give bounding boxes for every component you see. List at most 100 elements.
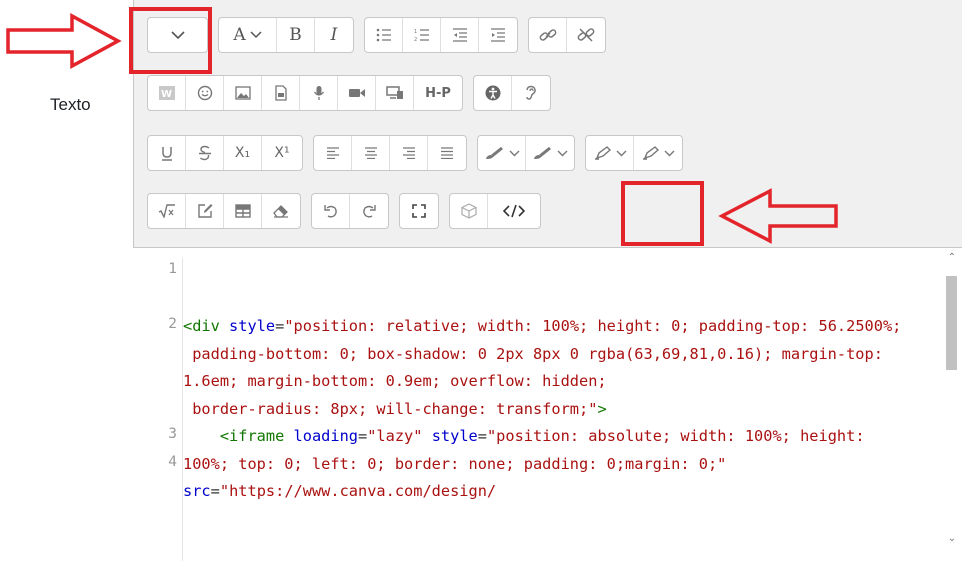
italic-button[interactable]: I [315, 18, 353, 52]
align-right-icon [402, 147, 415, 159]
align-left-icon [326, 147, 339, 159]
file-icon [274, 85, 287, 101]
chevron-down-icon [250, 31, 262, 39]
subscript-button[interactable]: X₁ [224, 136, 262, 170]
scroll-up-icon[interactable]: ⌃ [946, 252, 958, 263]
toolbar-row-3: X₁ X¹ [147, 135, 693, 171]
highlighter-icon [594, 146, 611, 160]
align-justify-button[interactable] [428, 136, 466, 170]
highlight-color-2-button[interactable] [634, 136, 682, 170]
toolbar-row-2: W H-P [147, 75, 561, 111]
fullscreen-button[interactable] [400, 194, 438, 228]
screen-reader-helper-button[interactable] [512, 76, 550, 110]
smiley-icon [197, 85, 212, 101]
media-button[interactable] [262, 76, 300, 110]
line-number: 3 [168, 426, 177, 442]
superscript-button[interactable]: X¹ [262, 136, 302, 170]
edit-button[interactable] [186, 194, 224, 228]
h5p-button[interactable]: H-P [414, 76, 462, 110]
text-color-button[interactable] [478, 136, 526, 170]
microphone-icon [313, 86, 324, 100]
redo-button[interactable] [350, 194, 388, 228]
strikethrough-icon [198, 145, 211, 161]
image-button[interactable] [224, 76, 262, 110]
code-line: <div style="position: relative; width: 1… [183, 317, 902, 335]
table-icon [234, 204, 251, 218]
italic-label: I [330, 25, 338, 45]
undo-icon [323, 205, 337, 218]
strikethrough-button[interactable] [186, 136, 224, 170]
highlight-box-code [621, 181, 704, 246]
monitor-phone-icon [385, 86, 403, 99]
ordered-list-button[interactable]: 12 [403, 18, 441, 52]
eraser-icon [273, 205, 288, 218]
underline-button[interactable] [148, 136, 186, 170]
screen-record-button[interactable] [376, 76, 414, 110]
scroll-down-icon[interactable]: ⌄ [946, 533, 958, 544]
table-button[interactable] [224, 194, 262, 228]
equation-button[interactable] [148, 194, 186, 228]
link-button[interactable] [529, 18, 567, 52]
unlink-button[interactable] [567, 18, 605, 52]
clear-formatting-button[interactable] [262, 194, 300, 228]
brush-icon [485, 146, 503, 159]
code-line: <iframe loading="lazy" style="position: … [183, 427, 874, 500]
font-letter: A [233, 25, 246, 45]
bold-button[interactable]: B [277, 18, 315, 52]
indent-icon [491, 28, 505, 42]
superscript-label: X¹ [274, 145, 290, 161]
code-line: padding-bottom: 0; box-shadow: 0 2px 8px… [183, 344, 893, 391]
record-video-button[interactable] [338, 76, 376, 110]
svg-text:1: 1 [414, 29, 417, 35]
highlight-color-button[interactable] [586, 136, 634, 170]
toolbar-row-4 [147, 193, 541, 229]
chevron-down-icon [664, 150, 675, 156]
fullscreen-icon [412, 204, 426, 218]
chevron-down-icon [616, 150, 626, 156]
undo-button[interactable] [312, 194, 350, 228]
unordered-list-button[interactable] [365, 18, 403, 52]
font-style-button[interactable]: A [219, 18, 277, 52]
code-icon [503, 204, 525, 218]
record-audio-button[interactable] [300, 76, 338, 110]
subscript-label: X₁ [234, 145, 251, 161]
code-line: border-radius: 8px; will-change: transfo… [183, 399, 607, 418]
indent-button[interactable] [479, 18, 517, 52]
image-icon [234, 86, 251, 100]
link-icon [539, 29, 556, 41]
background-color-button[interactable] [526, 136, 574, 170]
align-right-button[interactable] [390, 136, 428, 170]
bold-label: B [289, 25, 302, 45]
svg-text:W: W [161, 89, 172, 100]
outdent-button[interactable] [441, 18, 479, 52]
ear-icon [526, 85, 536, 100]
brush-icon [534, 146, 551, 159]
word-icon: W [158, 86, 175, 100]
video-camera-icon [348, 89, 365, 97]
line-number-gutter: 1 2 3 4 [133, 248, 179, 566]
pencil-square-icon [197, 204, 212, 218]
scrollbar-thumb[interactable] [946, 276, 957, 370]
word-paste-button[interactable]: W [148, 76, 186, 110]
source-code-button[interactable] [488, 194, 540, 228]
accessibility-checker-button[interactable] [474, 76, 512, 110]
align-justify-icon [441, 147, 453, 159]
embed-block-button[interactable] [450, 194, 488, 228]
code-editor[interactable]: 1 2 3 4 <div style="position: relative; … [133, 248, 962, 566]
chevron-down-icon [509, 150, 519, 156]
outdent-icon [452, 28, 467, 42]
code-content[interactable]: <div style="position: relative; width: 1… [182, 258, 918, 561]
line-number: 2 [168, 316, 177, 332]
chevron-down-icon [557, 150, 568, 156]
redo-icon [363, 205, 376, 218]
svg-text:2: 2 [414, 37, 417, 42]
line-number: 1 [168, 261, 177, 277]
bullet-list-icon [376, 28, 391, 42]
align-center-button[interactable] [352, 136, 390, 170]
numbered-list-icon: 12 [414, 29, 429, 42]
align-left-button[interactable] [314, 136, 352, 170]
emoji-button[interactable] [186, 76, 224, 110]
line-number: 4 [168, 454, 177, 470]
square-root-icon [158, 204, 175, 218]
arrow-right-icon [6, 13, 122, 69]
